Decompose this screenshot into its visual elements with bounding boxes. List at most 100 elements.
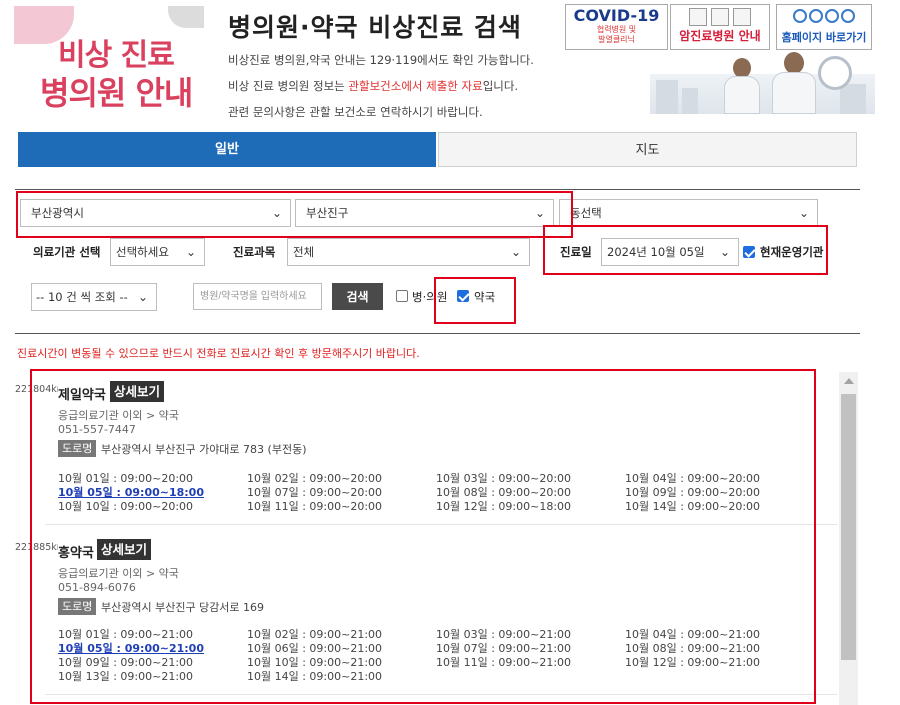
result-divider — [45, 524, 837, 525]
result-category: 응급의료기관 이외 > 약국 — [58, 409, 179, 422]
info-text-2-post: 입니다. — [482, 79, 519, 93]
info-text-3: 관련 문의사항은 관할 보건소로 연락하시기 바랍니다. — [228, 105, 483, 119]
info-text-1: 비상진료 병의원,약국 안내는 129·119에서도 확인 가능합니다. — [228, 53, 534, 67]
doctor-coat — [772, 72, 816, 114]
department-select[interactable]: 전체 ⌄ — [287, 238, 530, 266]
open-now-label: 현재운영기관 — [760, 245, 824, 259]
building-illustration — [840, 84, 866, 114]
covid-banner[interactable]: COVID-19 협력병원 및 발열클리닉 — [565, 4, 668, 50]
building-illustration — [656, 80, 678, 114]
result-phone: 051-894-6076 — [58, 581, 136, 594]
hours-entry: 10월 11일 : 09:00~20:00 — [247, 500, 383, 513]
department-select-value: 전체 — [293, 245, 315, 259]
road-name-badge: 도로명 — [58, 440, 97, 457]
hours-entry: 10월 14일 : 09:00~20:00 — [625, 500, 761, 513]
chevron-down-icon: ⌄ — [798, 206, 809, 220]
district-select[interactable]: 부산진구 ⌄ — [295, 199, 554, 227]
logo-text-line2: 병의원 안내 — [40, 74, 193, 112]
scroll-up-arrow-icon[interactable] — [844, 378, 854, 384]
logo-circle-icon — [825, 9, 839, 23]
cancer-hospital-banner[interactable]: 암진료병원 안내 — [670, 4, 770, 50]
treatment-date-value: 2024년 10월 05일 — [607, 245, 705, 259]
search-button[interactable]: 검색 — [332, 283, 383, 310]
scrollbar-thumb[interactable] — [841, 394, 856, 660]
chevron-down-icon: ⌄ — [719, 245, 730, 259]
pharmacy-checkbox[interactable] — [457, 290, 469, 302]
tab-general[interactable]: 일반 — [18, 132, 436, 167]
page-size-value: -- 10 건 씩 조회 -- — [36, 290, 128, 304]
city-select-value: 부산광역시 — [31, 206, 84, 220]
doctor-illustration — [722, 58, 762, 114]
open-now-checkbox[interactable] — [743, 246, 755, 258]
hospital-icons — [671, 5, 769, 27]
header: 비상 진료 병의원 안내 병의원·약국 비상진료 검색 비상진료 병의원,약국 … — [0, 0, 900, 128]
logo-circle-icon — [809, 9, 823, 23]
treatment-date-select[interactable]: 2024년 10월 05일 ⌄ — [601, 238, 739, 266]
detail-button[interactable]: 상세보기 — [97, 539, 152, 560]
results-list: 221804km 제일약국 상세보기 응급의료기관 이외 > 약국 051-55… — [15, 372, 858, 705]
hospital-checkbox-label: 병·의원 — [412, 290, 448, 304]
doctor-illustration — [770, 52, 818, 114]
result-address: 부산광역시 부산진구 당감서로 169 — [101, 601, 265, 614]
result-divider — [45, 694, 837, 695]
result-address: 부산광역시 부산진구 가야대로 783 (부전동) — [101, 443, 307, 456]
homepage-label: 홈페이지 바로가기 — [781, 31, 867, 44]
detail-button[interactable]: 상세보기 — [110, 381, 165, 402]
doctor-coat — [724, 76, 760, 114]
results-scrollbar[interactable] — [839, 372, 858, 705]
chevron-down-icon: ⌄ — [137, 290, 148, 304]
info-text-2-pre: 비상 진료 병의원 정보는 — [228, 79, 349, 93]
hours-entry: 10월 12일 : 09:00~21:00 — [625, 656, 761, 669]
district-select-value: 부산진구 — [306, 206, 349, 220]
doctor-head — [733, 58, 751, 78]
building-illustration — [682, 88, 698, 114]
hours-entry: 10월 10일 : 09:00~20:00 — [58, 500, 194, 513]
info-text-2: 비상 진료 병의원 정보는 관할보건소에서 제출한 자료입니다. — [228, 78, 518, 94]
pharmacy-checkbox-label: 약국 — [474, 290, 496, 304]
hours-entry: 10월 13일 : 09:00~21:00 — [58, 670, 194, 683]
logo-circle-icon — [793, 9, 807, 23]
hours-notice: 진료시간이 변동될 수 있으므로 반드시 전화로 진료시간 확인 후 방문해주시… — [17, 347, 420, 360]
ambulance-icon — [733, 8, 751, 26]
result-phone: 051-557-7447 — [58, 423, 136, 436]
filter-bottom-divider — [15, 333, 860, 334]
site-logo[interactable]: 비상 진료 병의원 안내 — [14, 6, 204, 112]
covid-banner-sub1: 협력병원 및 — [596, 25, 637, 34]
chevron-down-icon: ⌄ — [185, 245, 196, 259]
page-title: 병의원·약국 비상진료 검색 — [228, 13, 522, 42]
tab-map[interactable]: 지도 — [438, 132, 857, 167]
facility-type-label: 의료기관 선택 — [33, 245, 101, 259]
page-size-select[interactable]: -- 10 건 씩 조회 -- ⌄ — [31, 283, 157, 311]
dong-select-value: 동선택 — [570, 206, 602, 220]
hospital-checkbox[interactable] — [396, 290, 408, 302]
facility-type-value: 선택하세요 — [116, 245, 169, 259]
name-search-input[interactable] — [193, 283, 322, 310]
result-name[interactable]: 홍약국 — [58, 542, 96, 561]
clock-icon — [818, 56, 852, 90]
chevron-down-icon: ⌄ — [510, 245, 521, 259]
covid-banner-sub2: 발열클리닉 — [598, 35, 635, 44]
logo-circle-icon — [841, 9, 855, 23]
hospital-icon — [711, 8, 729, 26]
hours-entry: 10월 14일 : 09:00~21:00 — [247, 670, 383, 683]
treatment-date-label: 진료일 — [560, 245, 592, 259]
dong-select[interactable]: 동선택 ⌄ — [559, 199, 818, 227]
covid-banner-title: COVID-19 — [573, 6, 660, 25]
road-name-badge: 도로명 — [58, 598, 97, 615]
hours-entry: 10월 11일 : 09:00~21:00 — [436, 656, 572, 669]
header-illustration — [650, 52, 875, 114]
cancer-hospital-label: 암진료병원 안내 — [679, 29, 761, 43]
filter-top-divider — [15, 189, 860, 190]
hours-entry: 10월 12일 : 09:00~18:00 — [436, 500, 572, 513]
info-text-2-highlight: 관할보건소에서 제출한 자료 — [348, 79, 483, 93]
result-name[interactable]: 제일약국 — [58, 384, 108, 403]
department-label: 진료과목 — [233, 245, 276, 259]
doctor-head — [784, 52, 804, 74]
org-logo-icon — [777, 5, 871, 29]
facility-type-select[interactable]: 선택하세요 ⌄ — [110, 238, 205, 266]
building-icon — [689, 8, 707, 26]
chevron-down-icon: ⌄ — [271, 206, 282, 220]
homepage-banner[interactable]: 홈페이지 바로가기 — [776, 4, 872, 50]
logo-ribbon-gray — [168, 6, 204, 28]
city-select[interactable]: 부산광역시 ⌄ — [20, 199, 291, 227]
